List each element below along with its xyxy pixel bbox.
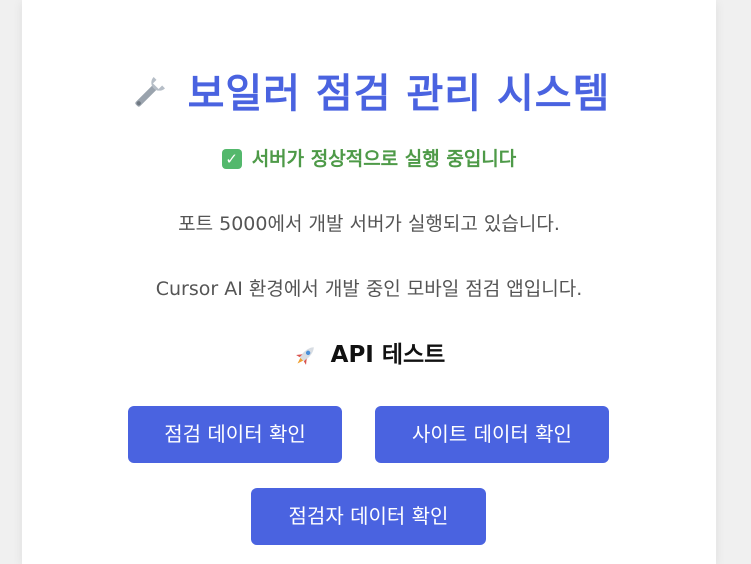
server-status: ✓ 서버가 정상적으로 실행 중입니다 [22, 144, 716, 174]
page-title: 보일러 점검 관리 시스템 [187, 71, 611, 117]
main-card: 보일러 점검 관리 시스템 ✓ 서버가 정상적으로 실행 중입니다 포트 500… [22, 0, 716, 564]
check-site-data-button[interactable]: 사이트 데이터 확인 [375, 406, 609, 463]
page-header: 보일러 점검 관리 시스템 [22, 62, 716, 126]
check-inspector-data-button[interactable]: 점검자 데이터 확인 [251, 488, 486, 545]
wrench-icon [128, 74, 168, 114]
environment-description: Cursor AI 환경에서 개발 중인 모바일 점검 앱입니다. [155, 278, 583, 300]
api-section-title: API 테스트 [330, 342, 446, 368]
check-icon: ✓ [221, 149, 242, 169]
port-description: 포트 5000에서 개발 서버가 실행되고 있습니다. [178, 213, 560, 235]
api-section-header: API 테스트 [22, 339, 716, 371]
check-inspection-data-button[interactable]: 점검 데이터 확인 [128, 406, 342, 463]
status-message: 서버가 정상적으로 실행 중입니다 [251, 148, 517, 170]
rocket-icon [293, 342, 319, 368]
